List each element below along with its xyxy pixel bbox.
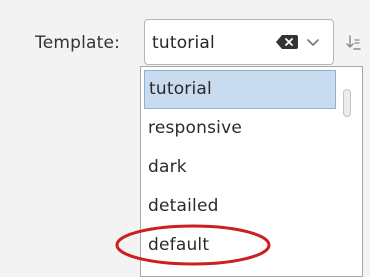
option-detailed[interactable]: detailed [144,187,336,226]
options-list: tutorial responsive dark detailed defaul… [144,70,336,265]
template-value[interactable]: tutorial [152,33,215,53]
template-dropdown-list[interactable]: tutorial responsive dark detailed defaul… [140,66,363,277]
option-default[interactable]: default [144,226,336,265]
dropdown-scrollbar[interactable] [340,81,354,271]
option-responsive[interactable]: responsive [144,109,336,148]
chevron-down-icon[interactable] [307,37,319,47]
option-dark[interactable]: dark [144,148,336,187]
clear-icon[interactable] [276,35,298,49]
template-combobox[interactable]: tutorial [144,19,334,65]
scrollbar-thumb[interactable] [343,89,351,117]
sort-icon[interactable] [345,34,361,52]
option-tutorial[interactable]: tutorial [144,70,336,109]
template-label: Template: [35,33,121,53]
